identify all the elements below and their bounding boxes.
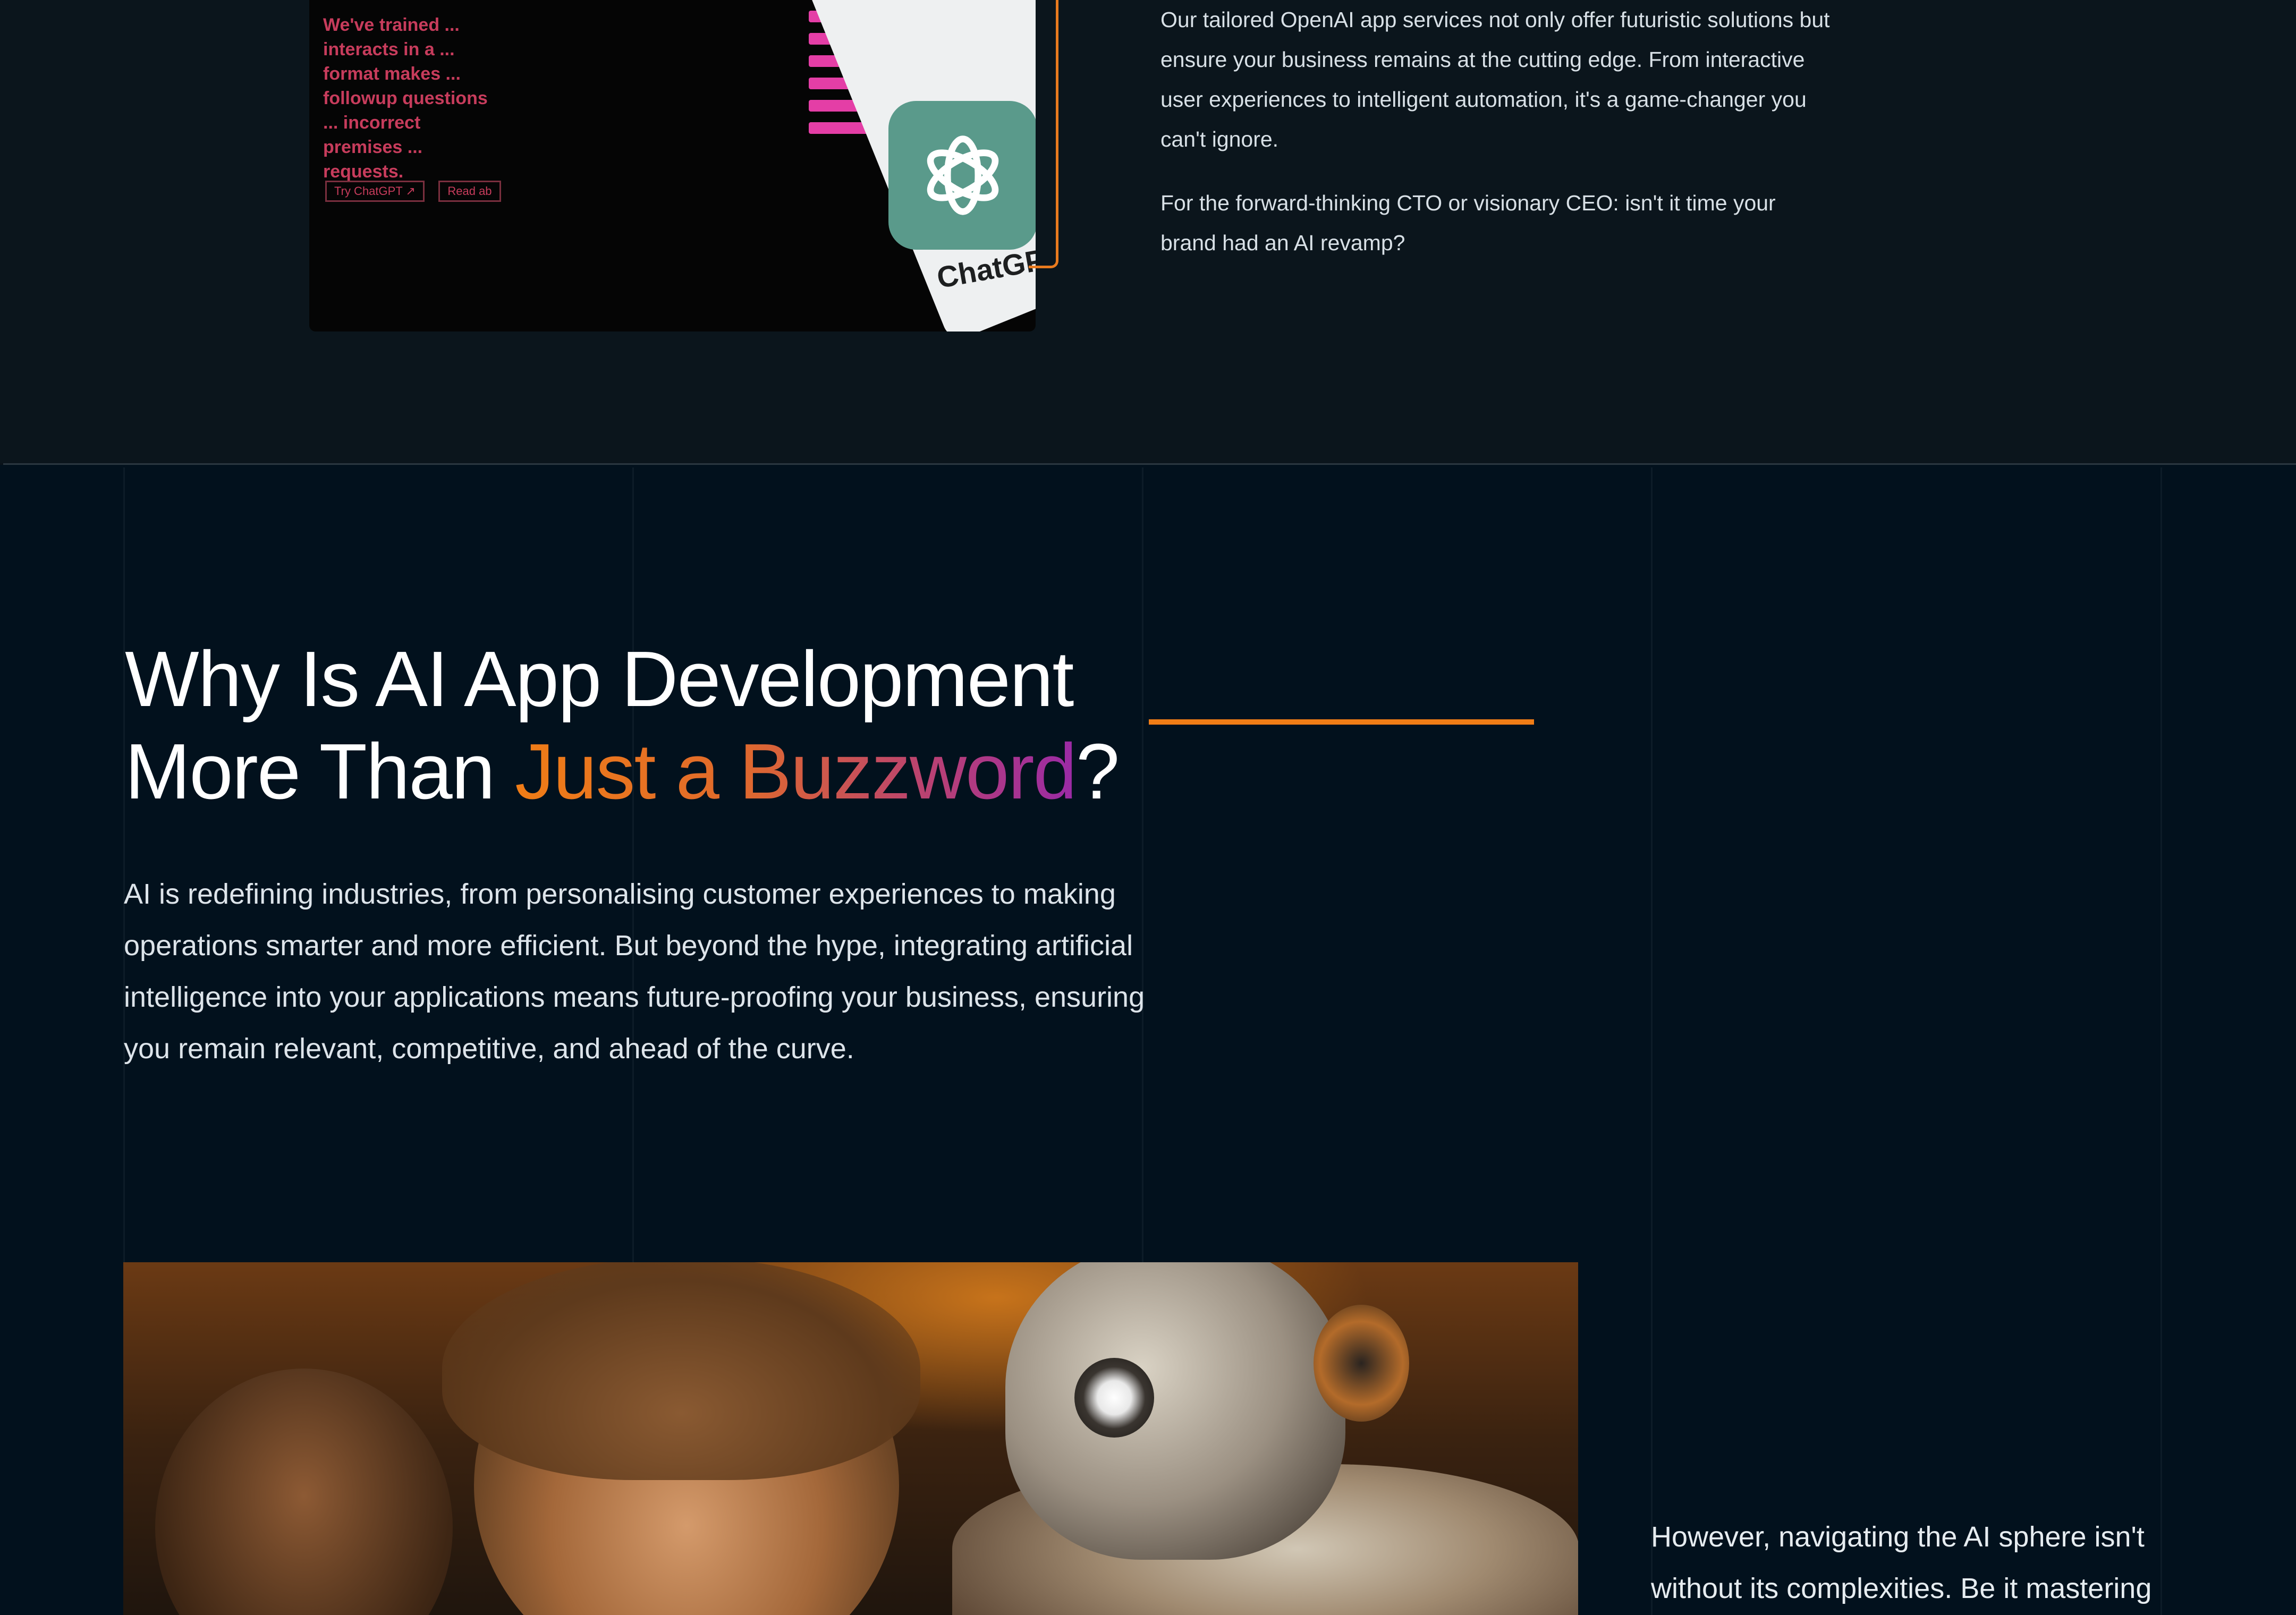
screen-try-button: Try ChatGPT ↗ (325, 181, 425, 202)
screen-read-button: Read ab (438, 181, 501, 202)
side-paragraph: However, navigating the AI sphere isn't … (1651, 1521, 2152, 1604)
robot-eye (1074, 1358, 1154, 1438)
heading-line-2-start: More Than (125, 728, 515, 815)
child-silhouette (155, 1368, 453, 1615)
chatgpt-promo-image: We've trained ... interacts in a ... for… (309, 0, 1036, 332)
section-body-paragraph: AI is redefining industries, from person… (124, 878, 1145, 1065)
heading-line-1: Why Is AI App Development (125, 635, 1074, 723)
intro-paragraph: Our tailored OpenAI app services not onl… (1160, 7, 1830, 151)
robot-head (1005, 1262, 1345, 1560)
heading-line-2-end: ? (1075, 728, 1120, 815)
boy-hair (442, 1262, 920, 1480)
boy-and-robot-image (123, 1262, 1578, 1615)
top-section: We've trained ... interacts in a ... for… (0, 0, 2296, 463)
screen-text: We've trained ... interacts in a ... for… (323, 15, 488, 182)
robot-ear (1314, 1305, 1409, 1422)
cta-question-paragraph: For the forward-thinking CTO or visionar… (1160, 191, 1776, 255)
orange-frame-accent (1029, 0, 1058, 268)
section-heading: Why Is AI App Development More Than Just… (125, 633, 1188, 818)
grid-line (2161, 468, 2162, 1615)
screen-buttons: Try ChatGPT ↗ Read ab (325, 181, 513, 202)
orange-accent-rule (1149, 719, 1534, 725)
grid-line (1651, 468, 1653, 1615)
openai-logo-icon (888, 101, 1036, 250)
heading-highlight: Just a Buzzword (515, 728, 1077, 815)
